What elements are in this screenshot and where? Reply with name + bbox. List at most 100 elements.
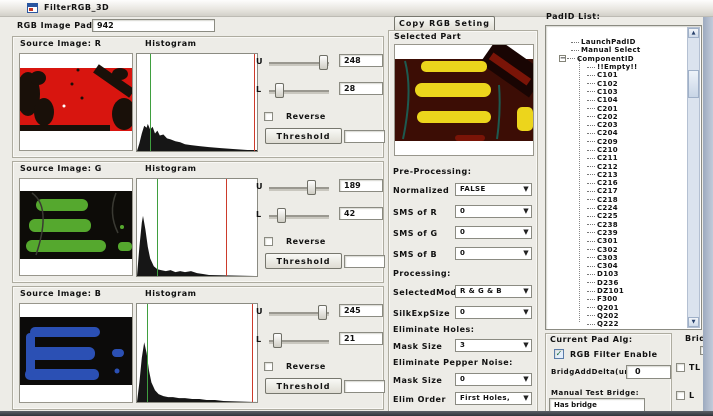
tree-item[interactable]: C216 [549,179,685,187]
tree-item[interactable]: Q201 [549,304,685,312]
tree-item[interactable]: C210 [549,146,685,154]
tree-item[interactable]: C201 [549,104,685,112]
l-slider-thumb[interactable] [273,333,282,348]
tree-item-label: C212 [597,163,618,171]
threshold-value-field[interactable] [344,130,385,143]
l-slider-thumb[interactable] [275,83,284,98]
silk-exp-size-select[interactable]: 0 ▼ [455,306,532,319]
elim-order-select[interactable]: First Holes, ▼ [455,392,532,405]
tree-item[interactable]: DZ101 [549,287,685,295]
current-pad-alg-panel: Current Pad Alg: ✓ RGB Filter Enable Bri… [545,333,672,416]
tree-connector [587,241,595,242]
tree-item[interactable]: C101 [549,71,685,79]
tree-item[interactable]: C202 [549,113,685,121]
u-slider-thumb[interactable] [319,55,328,70]
l-slider-thumb[interactable] [277,208,286,223]
u-value-field[interactable]: 189 [339,179,383,192]
tree-item[interactable]: Q202 [549,312,685,320]
l-slider[interactable] [269,340,329,342]
tree-item[interactable]: C102 [549,79,685,87]
tree-item[interactable]: Manual Select [549,46,685,54]
selected-mode-select[interactable]: R & G & B ▼ [455,285,532,298]
tree-item[interactable]: C204 [549,129,685,137]
threshold-button[interactable]: Threshold [265,128,342,144]
tree-item[interactable]: − ComponentID [549,55,685,63]
tree-item[interactable]: C217 [549,187,685,195]
tree-item[interactable]: C103 [549,88,685,96]
u-value-field[interactable]: 245 [339,304,383,317]
tree-item[interactable]: C302 [549,245,685,253]
tree-item[interactable]: F300 [549,295,685,303]
u-slider-thumb[interactable] [307,180,316,195]
pad-id-field[interactable]: 942 [92,19,215,32]
sms-g-select[interactable]: 0 ▼ [455,226,532,239]
tree-item[interactable]: C212 [549,162,685,170]
reverse-checkbox[interactable] [264,237,273,246]
threshold-value-field[interactable] [344,255,385,268]
tree-item[interactable]: C203 [549,121,685,129]
bridge-l-checkbox[interactable] [676,391,685,400]
collapse-minus-icon[interactable]: − [559,55,566,62]
threshold-button[interactable]: Threshold [265,253,342,269]
u-slider[interactable] [269,62,329,64]
threshold-button[interactable]: Threshold [265,378,342,394]
u-slider[interactable] [269,312,329,314]
scrollbar-thumb[interactable] [688,70,699,98]
tree-connector [587,216,595,217]
tree-item[interactable]: C301 [549,237,685,245]
l-slider[interactable] [269,90,329,92]
tree-item[interactable]: C238 [549,221,685,229]
tree-item[interactable]: LaunchPadID [549,38,685,46]
histogram-low-marker [147,304,148,402]
tree-item[interactable]: C209 [549,138,685,146]
sms-b-select[interactable]: 0 ▼ [455,247,532,260]
mask-size-holes-select[interactable]: 3 ▼ [455,339,532,352]
tree-item[interactable]: D103 [549,270,685,278]
tree-item[interactable]: C218 [549,196,685,204]
tree-item[interactable]: C239 [549,229,685,237]
sms-b-value: 0 [460,249,465,257]
tree-connector [587,166,595,167]
tree-item[interactable]: C303 [549,254,685,262]
tree-item[interactable]: C304 [549,262,685,270]
sms-r-select[interactable]: 0 ▼ [455,205,532,218]
threshold-value-field[interactable] [344,380,385,393]
tree-item[interactable]: C225 [549,212,685,220]
rgb-filter-enable-checkbox[interactable]: ✓ [554,349,564,359]
l-value-field[interactable]: 21 [339,332,383,345]
tree-item-label: C102 [597,80,618,88]
mask-size-pepper-select[interactable]: 0 ▼ [455,373,532,386]
bridge-add-delta-field[interactable]: 0 [626,365,671,379]
tree-item[interactable]: !!Empty!! [549,63,685,71]
u-slider-thumb[interactable] [318,305,327,320]
tree-item[interactable]: Q233 [549,328,685,330]
tree-connector [587,315,595,316]
tree-item[interactable]: C224 [549,204,685,212]
tree-item-label: Q233 [597,329,619,330]
tree-connector [587,83,595,84]
l-value-field[interactable]: 28 [339,82,383,95]
tree-item[interactable]: C213 [549,171,685,179]
tree-item[interactable]: C104 [549,96,685,104]
reverse-checkbox[interactable] [264,362,273,371]
l-slider[interactable] [269,215,329,217]
normalized-select[interactable]: FALSE ▼ [455,183,532,196]
tree-connector [587,232,595,233]
u-slider[interactable] [269,187,329,189]
tree-connector [587,274,595,275]
reverse-checkbox[interactable] [264,112,273,121]
l-value-field[interactable]: 42 [339,207,383,220]
l-label: L [256,210,262,219]
tree-item-label: ComponentID [577,55,634,63]
bridge-tl-checkbox[interactable] [676,363,685,372]
selected-part-panel: Selected Part Pre-Processing: Normalized… [388,30,538,416]
source-image-g-thumbnail [19,178,133,276]
scroll-up-icon[interactable]: ▲ [688,28,699,38]
tree-item[interactable]: D236 [549,279,685,287]
tree-scrollbar[interactable]: ▲ ▼ [687,27,700,328]
tree-item[interactable]: C211 [549,154,685,162]
scroll-down-icon[interactable]: ▼ [688,317,699,327]
u-value-field[interactable]: 248 [339,54,383,67]
tree-item[interactable]: Q222 [549,320,685,328]
padid-tree[interactable]: LaunchPadIDManual Select− ComponentID!!Em… [545,25,702,330]
